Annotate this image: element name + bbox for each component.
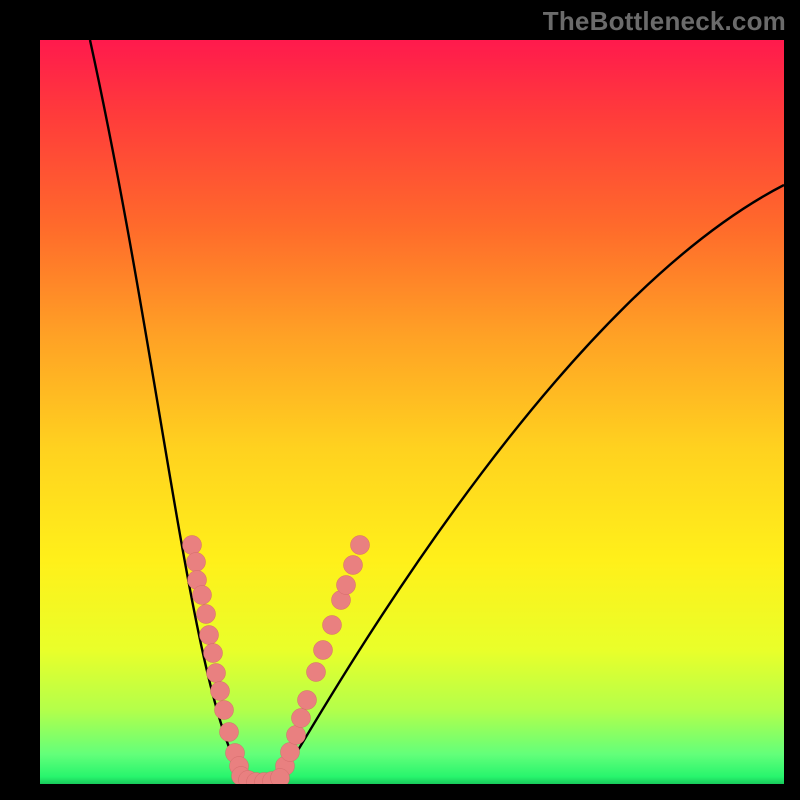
bottleneck-curve — [90, 40, 784, 780]
data-dot — [292, 709, 311, 728]
data-dot — [314, 641, 333, 660]
data-dot — [220, 723, 239, 742]
data-dot — [193, 586, 212, 605]
data-dot — [298, 691, 317, 710]
data-dot — [183, 536, 202, 555]
data-dot — [344, 556, 363, 575]
data-dot — [200, 626, 219, 645]
data-dot — [207, 664, 226, 683]
bottom-dots-group — [232, 767, 290, 785]
outer-frame: TheBottleneck.com — [0, 0, 800, 800]
data-dot — [337, 576, 356, 595]
data-dot — [187, 553, 206, 572]
data-dot — [204, 644, 223, 663]
left-dots-group — [183, 536, 249, 776]
chart-svg — [40, 40, 784, 784]
watermark-label: TheBottleneck.com — [543, 6, 786, 37]
data-dot — [197, 605, 216, 624]
data-dot — [287, 726, 306, 745]
data-dot — [215, 701, 234, 720]
data-dot — [307, 663, 326, 682]
plot-area — [40, 40, 784, 784]
data-dot — [281, 743, 300, 762]
data-dot — [211, 682, 230, 701]
data-dot — [323, 616, 342, 635]
data-dot — [351, 536, 370, 555]
